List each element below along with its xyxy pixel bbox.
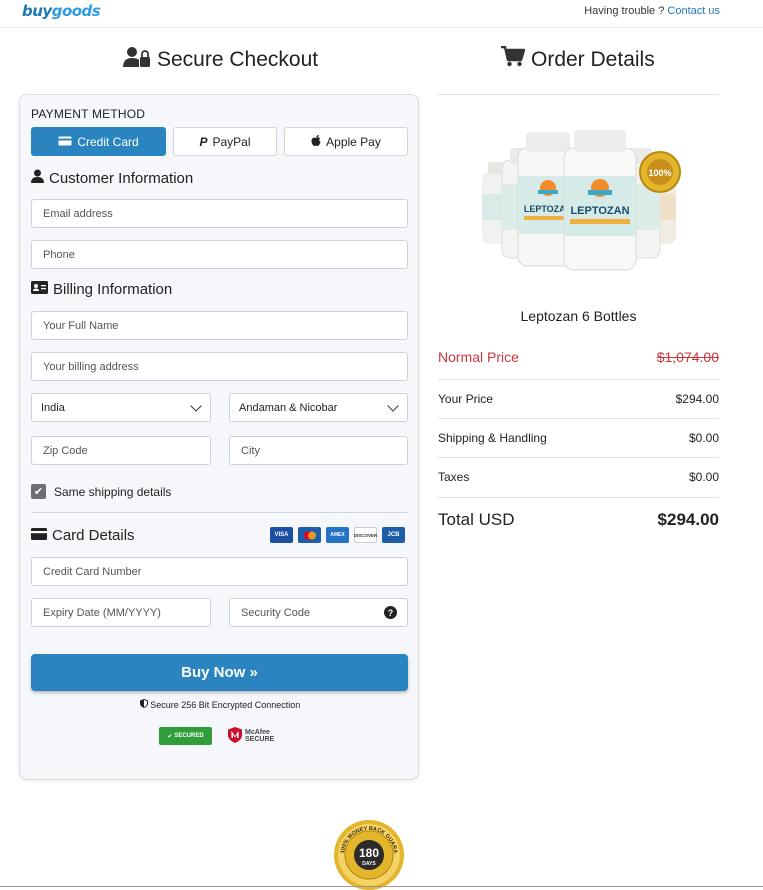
taxes-row: Taxes $0.00 <box>438 470 719 484</box>
card-number-field[interactable]: Credit Card Number <box>31 557 408 586</box>
money-back-guarantee-badge: 180 DAYS 100% MONEY BACK GUARANTEE <box>328 815 410 890</box>
divider <box>438 94 719 95</box>
shipping-value: $0.00 <box>688 431 719 445</box>
phone-field[interactable]: Phone <box>31 240 408 269</box>
mastercard-icon <box>298 527 321 543</box>
secure-connection-text: Secure 256 Bit Encrypted Connection <box>20 699 420 710</box>
product-name: Leptozan 6 Bottles <box>520 308 637 324</box>
card-details-heading: Card Details <box>31 527 135 544</box>
buygoods-logo[interactable]: buygoods <box>22 2 101 20</box>
shield-icon <box>139 699 151 710</box>
user-lock-icon <box>123 46 151 74</box>
full-name-field[interactable]: Your Full Name <box>31 311 408 340</box>
same-shipping-checkbox[interactable]: ✔ <box>31 484 46 499</box>
security-code-placeholder: Security Code <box>241 606 311 619</box>
svg-text:LEPTOZAN: LEPTOZAN <box>570 205 629 217</box>
payment-method-credit-card[interactable]: Credit Card <box>31 127 166 156</box>
jcb-icon: JCB <box>382 527 405 543</box>
divider <box>31 512 408 513</box>
payment-method-paypal[interactable]: P PayPal <box>173 127 277 156</box>
help-prefix: Having trouble ? <box>584 5 665 17</box>
secure-checkout-title: Secure Checkout <box>157 48 319 71</box>
billing-info-heading: Billing Information <box>31 281 172 298</box>
guarantee-seal-small: 100% <box>639 151 681 193</box>
user-icon <box>31 169 44 187</box>
discover-icon: DISCOVER <box>354 527 377 543</box>
divider <box>438 379 719 380</box>
order-details-title: Order Details <box>531 47 655 71</box>
payment-method-apple-pay[interactable]: Apple Pay <box>284 127 408 156</box>
divider <box>438 418 719 419</box>
top-bar: buygoods Having trouble ? Contact us <box>0 0 763 28</box>
paypal-icon: P <box>199 134 208 149</box>
chevron-down-icon <box>190 399 202 412</box>
state-select-value: Andaman & Nicobar <box>239 401 338 414</box>
your-price-label: Your Price <box>438 392 493 406</box>
chevron-down-icon <box>387 399 399 412</box>
total-row: Total USD $294.00 <box>438 510 719 530</box>
apple-icon <box>311 134 321 149</box>
help-text: Having trouble ? Contact us <box>584 5 720 17</box>
check-shield-icon: ✔ <box>167 733 173 740</box>
same-shipping-row[interactable]: ✔ Same shipping details <box>31 484 171 499</box>
customer-info-heading: Customer Information <box>31 169 193 187</box>
country-select[interactable]: India <box>31 393 211 422</box>
security-seals: ✔ SECURED McAfee SECURE <box>159 727 274 745</box>
security-code-field[interactable]: Security Code ? <box>229 598 408 627</box>
shipping-row: Shipping & Handling $0.00 <box>438 431 719 445</box>
payment-method-label: PAYMENT METHOD <box>31 107 146 121</box>
accepted-cards: VISA AMEX DISCOVER JCB <box>270 527 405 543</box>
shopping-cart-icon <box>501 45 526 73</box>
divider <box>438 457 719 458</box>
zip-code-field[interactable]: Zip Code <box>31 436 211 465</box>
total-value: $294.00 <box>657 510 719 529</box>
question-circle-icon[interactable]: ? <box>384 606 397 619</box>
mcafee-seal: McAfee SECURE <box>228 727 274 745</box>
your-price-row: Your Price $294.00 <box>438 392 719 406</box>
shipping-label: Shipping & Handling <box>438 431 547 445</box>
secure-checkout-heading: Secure Checkout <box>123 46 318 74</box>
buy-now-button[interactable]: Buy Now » <box>31 654 408 691</box>
visa-icon: VISA <box>270 527 293 543</box>
credit-card-icon <box>58 135 72 149</box>
billing-address-field[interactable]: Your billing address <box>31 352 408 381</box>
state-select[interactable]: Andaman & Nicobar <box>229 393 408 422</box>
svg-text:100%: 100% <box>648 168 671 178</box>
contact-us-link[interactable]: Contact us <box>667 5 720 17</box>
expiry-date-field[interactable]: Expiry Date (MM/YYYY) <box>31 598 211 627</box>
product-image: LEPTOZAN LEPTOZAN 100% <box>478 126 688 274</box>
taxes-label: Taxes <box>438 470 470 484</box>
city-field[interactable]: City <box>229 436 408 465</box>
total-label: Total USD <box>438 510 515 529</box>
normal-price-value: $1,074.00 <box>656 349 719 365</box>
secured-seal: ✔ SECURED <box>159 727 212 745</box>
svg-text:DAYS: DAYS <box>362 861 376 867</box>
country-select-value: India <box>41 401 65 414</box>
svg-text:180: 180 <box>359 846 379 860</box>
normal-price-row: Normal Price $1,074.00 <box>438 349 719 365</box>
checkout-form: PAYMENT METHOD Credit Card P PayPal Appl… <box>19 94 419 780</box>
email-field[interactable]: Email address <box>31 199 408 228</box>
footer-divider <box>0 886 763 887</box>
taxes-value: $0.00 <box>688 470 719 484</box>
mcafee-shield-icon <box>228 727 242 745</box>
normal-price-label: Normal Price <box>438 349 519 365</box>
your-price-value: $294.00 <box>675 392 719 406</box>
divider <box>438 497 719 498</box>
same-shipping-label: Same shipping details <box>54 484 172 499</box>
id-card-icon <box>31 281 48 298</box>
order-details-heading: Order Details <box>501 45 655 73</box>
credit-card-icon <box>31 527 47 544</box>
amex-icon: AMEX <box>326 527 349 543</box>
